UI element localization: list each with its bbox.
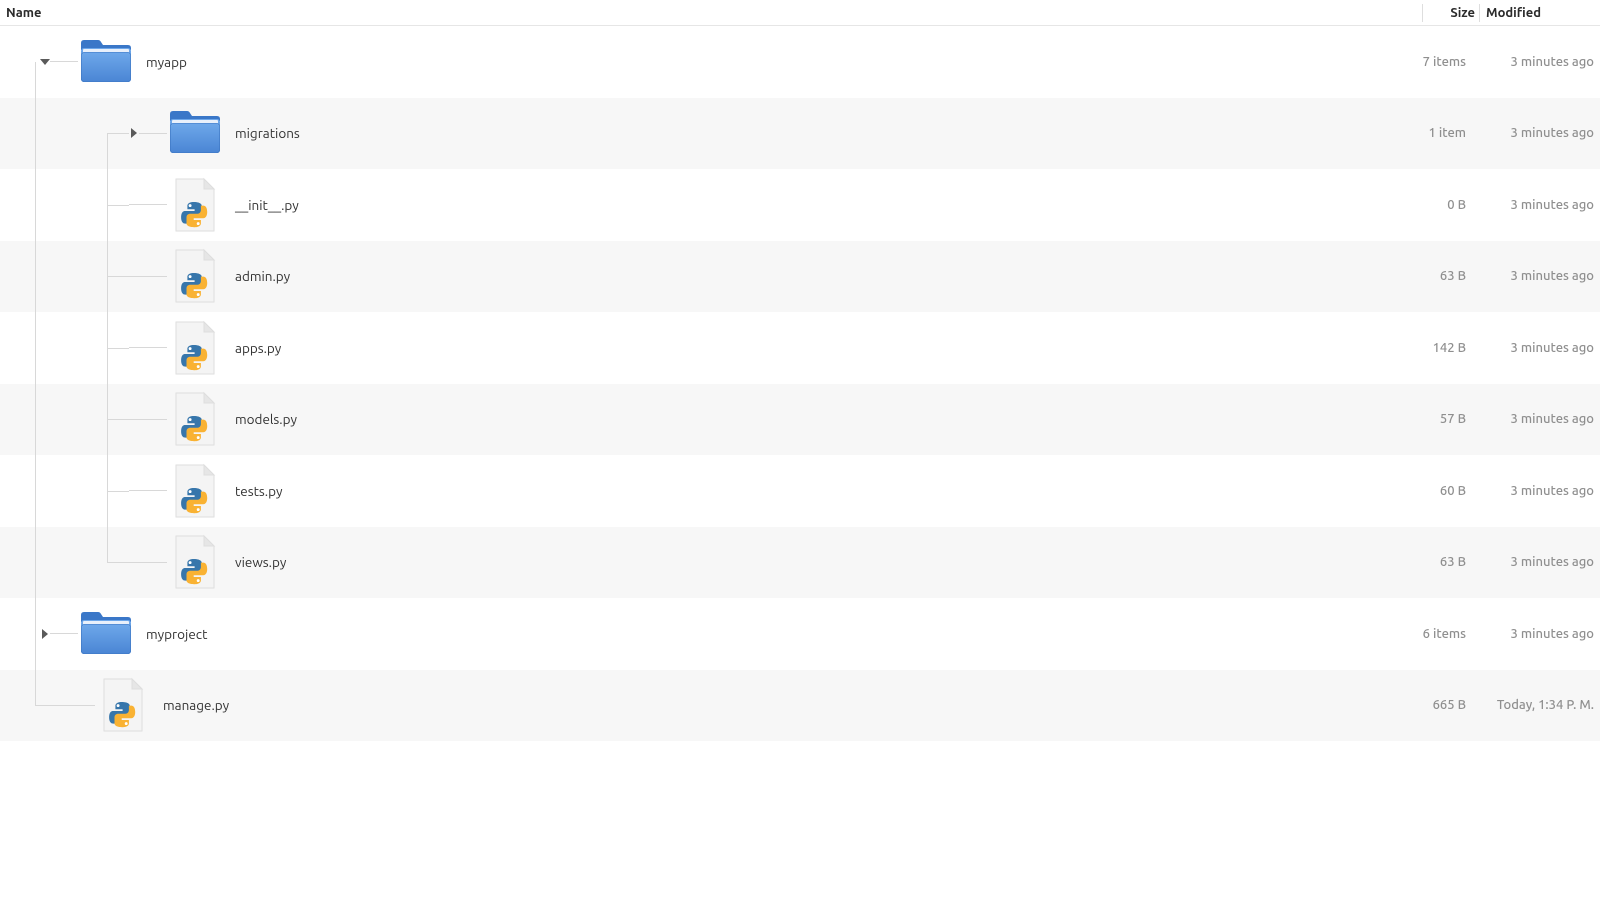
column-header-row: Name Size Modified <box>0 0 1600 26</box>
python-file-icon <box>167 463 223 519</box>
file-row[interactable]: models.py 57 B3 minutes ago <box>0 384 1600 456</box>
item-name[interactable]: admin.py <box>235 268 290 284</box>
size-value: 6 items <box>1414 627 1470 641</box>
chevron-right-icon <box>42 629 48 639</box>
name-cell[interactable]: models.py <box>0 384 1414 456</box>
size-value: 142 B <box>1414 341 1470 355</box>
item-name[interactable]: models.py <box>235 411 297 427</box>
size-value: 57 B <box>1414 412 1470 426</box>
item-name[interactable]: migrations <box>235 125 300 141</box>
modified-value: 3 minutes ago <box>1470 412 1600 426</box>
name-cell[interactable]: migrations <box>0 98 1414 170</box>
item-name[interactable]: manage.py <box>163 697 229 713</box>
modified-value: 3 minutes ago <box>1470 627 1600 641</box>
folder-row[interactable]: myapp 7 items3 minutes ago <box>0 26 1600 98</box>
column-header-size[interactable]: Size <box>1423 6 1479 20</box>
file-tree: myapp7 items3 minutes agomigrations1 ite… <box>0 26 1600 741</box>
modified-value: 3 minutes ago <box>1470 484 1600 498</box>
size-value: 63 B <box>1414 555 1470 569</box>
python-file-icon <box>167 534 223 590</box>
name-cell[interactable]: apps.py <box>0 312 1414 384</box>
item-name[interactable]: __init__.py <box>235 197 299 213</box>
item-name[interactable]: apps.py <box>235 340 281 356</box>
file-row[interactable]: views.py 63 B3 minutes ago <box>0 527 1600 599</box>
disclosure-triangle-collapsed[interactable] <box>40 629 50 639</box>
modified-value: 3 minutes ago <box>1470 341 1600 355</box>
size-value: 0 B <box>1414 198 1470 212</box>
folder-icon <box>167 105 223 161</box>
modified-value: 3 minutes ago <box>1470 198 1600 212</box>
modified-value: 3 minutes ago <box>1470 555 1600 569</box>
name-cell[interactable]: myapp <box>0 26 1414 98</box>
python-file-icon <box>167 177 223 233</box>
modified-value: 3 minutes ago <box>1470 269 1600 283</box>
item-name[interactable]: myproject <box>146 626 207 642</box>
file-row[interactable]: __init__.py 0 B3 minutes ago <box>0 169 1600 241</box>
name-cell[interactable]: __init__.py <box>0 169 1414 241</box>
modified-value: 3 minutes ago <box>1470 55 1600 69</box>
file-row[interactable]: admin.py 63 B3 minutes ago <box>0 241 1600 313</box>
disclosure-triangle-collapsed[interactable] <box>129 128 139 138</box>
name-cell[interactable]: manage.py <box>0 670 1414 742</box>
size-value: 7 items <box>1414 55 1470 69</box>
size-value: 665 B <box>1414 698 1470 712</box>
column-header-name[interactable]: Name <box>0 6 1422 20</box>
item-name[interactable]: views.py <box>235 554 286 570</box>
python-file-icon <box>167 391 223 447</box>
file-row[interactable]: manage.py 665 BToday, 1:34 P. M. <box>0 670 1600 742</box>
python-file-icon <box>95 677 151 733</box>
name-cell[interactable]: myproject <box>0 598 1414 670</box>
folder-row[interactable]: migrations 1 item3 minutes ago <box>0 98 1600 170</box>
size-value: 60 B <box>1414 484 1470 498</box>
python-file-icon <box>167 248 223 304</box>
chevron-right-icon <box>131 128 137 138</box>
column-header-modified[interactable]: Modified <box>1480 6 1600 20</box>
folder-icon <box>78 606 134 662</box>
modified-value: 3 minutes ago <box>1470 126 1600 140</box>
disclosure-triangle-expanded[interactable] <box>40 59 50 65</box>
item-name[interactable]: tests.py <box>235 483 282 499</box>
item-name[interactable]: myapp <box>146 54 187 70</box>
name-cell[interactable]: tests.py <box>0 455 1414 527</box>
size-value: 63 B <box>1414 269 1470 283</box>
folder-row[interactable]: myproject 6 items3 minutes ago <box>0 598 1600 670</box>
file-row[interactable]: apps.py 142 B3 minutes ago <box>0 312 1600 384</box>
name-cell[interactable]: admin.py <box>0 241 1414 313</box>
file-row[interactable]: tests.py 60 B3 minutes ago <box>0 455 1600 527</box>
size-value: 1 item <box>1414 126 1470 140</box>
folder-icon <box>78 34 134 90</box>
chevron-down-icon <box>40 59 50 65</box>
modified-value: Today, 1:34 P. M. <box>1470 698 1600 712</box>
python-file-icon <box>167 320 223 376</box>
name-cell[interactable]: views.py <box>0 527 1414 599</box>
